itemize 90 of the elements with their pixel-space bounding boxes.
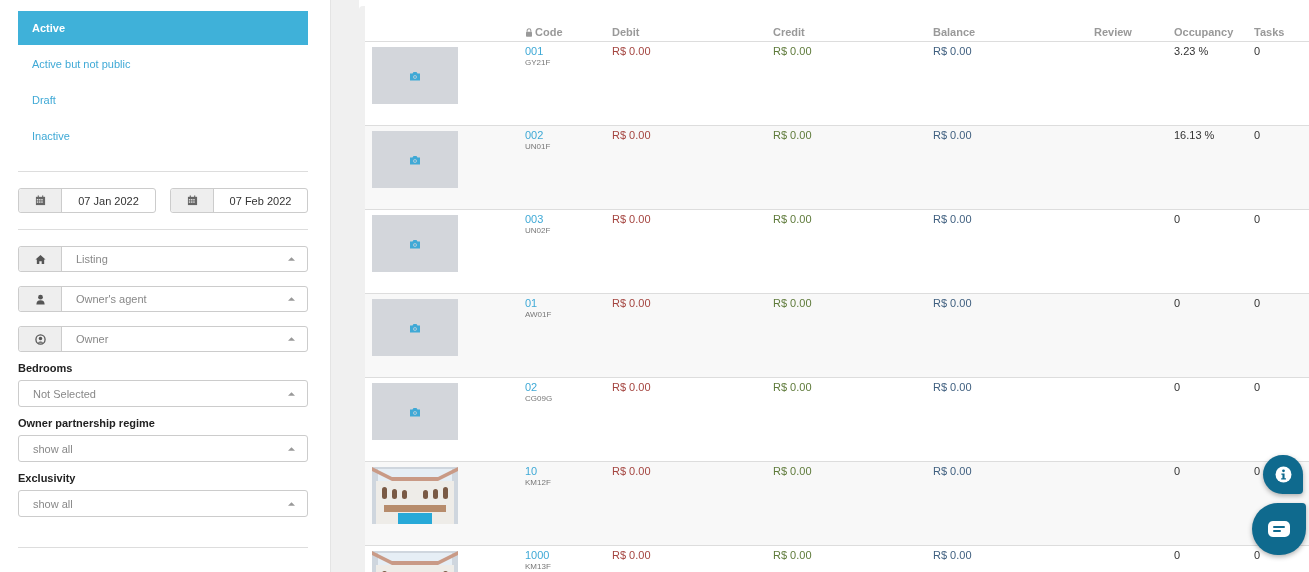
debit-cell-text: R$ 0.00 <box>612 380 652 393</box>
select-field[interactable]: Listing <box>18 246 308 272</box>
balance-cell-text: R$ 0.00 <box>933 212 973 225</box>
listing-sub-code: GY21F <box>525 58 552 67</box>
occupancy-cell-text: 0 <box>1174 296 1181 309</box>
select-field[interactable]: Owner's agent <box>18 286 308 312</box>
debit-cell-text: R$ 0.00 <box>612 44 652 57</box>
status-filter-item[interactable]: Active <box>18 11 308 45</box>
debit-cell-text: R$ 0.00 <box>612 464 652 477</box>
debit-cell-text: R$ 0.00 <box>612 128 652 141</box>
listing-sub-code: KM12F <box>525 478 552 487</box>
credit-cell-text: R$ 0.00 <box>773 128 813 141</box>
camera-icon <box>409 70 421 81</box>
column-header: Code <box>525 26 612 41</box>
camera-icon <box>409 322 421 333</box>
tasks-cell-text: 0 <box>1254 380 1261 393</box>
listing-sub-code: UN01F <box>525 142 552 151</box>
column-header: Review <box>1094 26 1133 40</box>
balance-cell-text: R$ 0.00 <box>933 128 973 141</box>
listing-code-link[interactable]: 001 <box>525 45 612 57</box>
calendar-icon <box>34 195 46 206</box>
lock-icon <box>525 27 533 37</box>
credit-cell-text: R$ 0.00 <box>773 44 813 57</box>
select-field[interactable]: show all <box>18 435 308 462</box>
info-icon <box>1274 466 1292 483</box>
tasks-cell-text: 0 <box>1254 44 1261 57</box>
camera-icon <box>409 406 421 417</box>
status-filter-item[interactable]: Draft <box>18 83 308 117</box>
filter-label: Bedrooms <box>18 362 74 374</box>
listing-sub-code: UN02F <box>525 226 552 235</box>
caret-icon <box>288 257 295 261</box>
select-field[interactable]: show all <box>18 490 308 517</box>
caret-icon <box>288 446 295 451</box>
listing-sub-code: KM13F <box>525 562 552 571</box>
occupancy-cell-text: 0 <box>1174 212 1181 225</box>
tasks-cell-text: 0 <box>1254 212 1261 225</box>
occupancy-cell-text: 0 <box>1174 464 1181 477</box>
balance-cell-text: R$ 0.00 <box>933 548 973 561</box>
occupancy-cell-text: 3.23 % <box>1174 44 1209 57</box>
credit-cell-text: R$ 0.00 <box>773 380 813 393</box>
credit-cell-text: R$ 0.00 <box>773 296 813 309</box>
listing-sub-code: AW01F <box>525 310 553 319</box>
calendar-icon <box>186 195 198 206</box>
listing-code-link[interactable]: 002 <box>525 129 612 141</box>
listing-sub-code: CG09G <box>525 394 554 403</box>
filter-label: Exclusivity <box>18 472 77 484</box>
occupancy-cell-text: 0 <box>1174 548 1181 561</box>
debit-cell-text: R$ 0.00 <box>612 296 652 309</box>
column-header: Debit <box>612 26 641 40</box>
end-date-field[interactable]: 07 Feb 2022 <box>170 188 308 213</box>
status-filter-item[interactable]: Active but not public <box>18 47 308 81</box>
filter-label: Owner partnership regime <box>18 417 156 429</box>
caret-icon <box>288 297 295 301</box>
debit-cell-text: R$ 0.00 <box>612 212 652 225</box>
tasks-cell-text: 0 <box>1254 548 1261 561</box>
credit-cell-text: R$ 0.00 <box>773 464 813 477</box>
listing-code-link[interactable]: 02 <box>525 381 612 393</box>
select-field[interactable]: Owner <box>18 326 308 352</box>
debit-cell-text: R$ 0.00 <box>612 548 652 561</box>
camera-icon <box>409 154 421 165</box>
start-date-field[interactable]: 07 Jan 2022 <box>18 188 156 213</box>
listing-code-link[interactable]: 10 <box>525 465 612 477</box>
caret-icon <box>288 337 295 341</box>
occupancy-cell-text: 16.13 % <box>1174 128 1215 141</box>
column-header: Occupancy <box>1174 26 1235 40</box>
tasks-cell-text: 0 <box>1254 296 1261 309</box>
column-header: Tasks <box>1254 26 1286 40</box>
tasks-cell-text: 0 <box>1254 464 1261 477</box>
camera-icon <box>409 238 421 249</box>
credit-cell-text: R$ 0.00 <box>773 212 813 225</box>
balance-cell-text: R$ 0.00 <box>933 296 973 309</box>
listing-code-link[interactable]: 003 <box>525 213 612 225</box>
person-icon <box>34 293 46 305</box>
select-field[interactable]: Not Selected <box>18 380 308 407</box>
status-filter-item[interactable]: Inactive <box>18 119 308 153</box>
credit-cell-text: R$ 0.00 <box>773 548 813 561</box>
tasks-cell-text: 0 <box>1254 128 1261 141</box>
column-header: Credit <box>773 26 806 40</box>
listing-code-link[interactable]: 1000 <box>525 549 612 561</box>
column-header: Balance <box>933 26 977 40</box>
listing-code-link[interactable]: 01 <box>525 297 612 309</box>
caret-icon <box>288 391 295 396</box>
balance-cell-text: R$ 0.00 <box>933 380 973 393</box>
chat-icon <box>1268 521 1290 537</box>
balance-cell-text: R$ 0.00 <box>933 44 973 57</box>
caret-icon <box>288 501 295 506</box>
occupancy-cell-text: 0 <box>1174 380 1181 393</box>
balance-cell-text: R$ 0.00 <box>933 464 973 477</box>
user-circle-icon <box>34 333 46 345</box>
home-icon <box>34 253 46 265</box>
